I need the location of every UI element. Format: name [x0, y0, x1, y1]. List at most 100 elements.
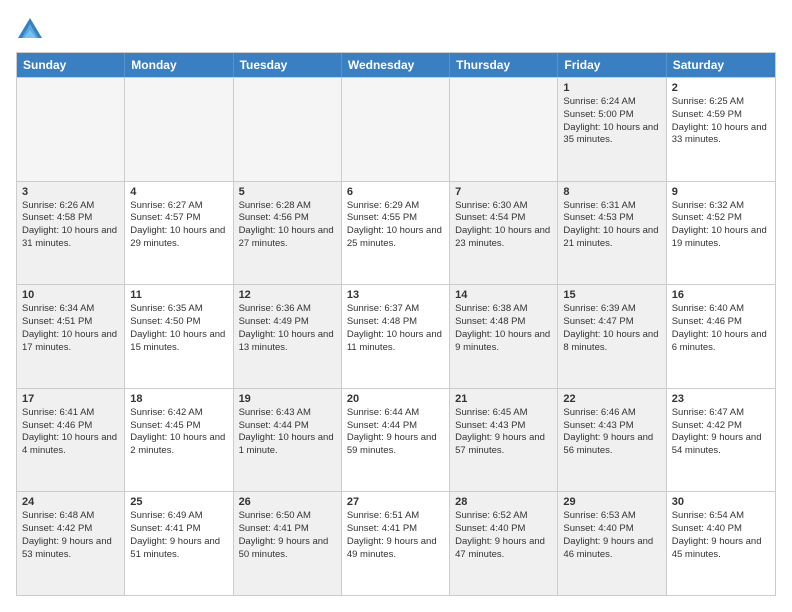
- day-number: 6: [347, 186, 444, 198]
- day-number: 18: [130, 393, 227, 405]
- day-info: Sunrise: 6:50 AM Sunset: 4:41 PM Dayligh…: [239, 510, 336, 561]
- day-cell-14: 14 Sunrise: 6:38 AM Sunset: 4:48 PM Dayli…: [450, 285, 558, 388]
- day-cell-8: 8 Sunrise: 6:31 AM Sunset: 4:53 PM Daylig…: [558, 182, 666, 285]
- day-cell-5: 5 Sunrise: 6:28 AM Sunset: 4:56 PM Daylig…: [234, 182, 342, 285]
- cal-row-4: 24 Sunrise: 6:48 AM Sunset: 4:42 PM Dayli…: [17, 491, 775, 595]
- day-cell-3: 3 Sunrise: 6:26 AM Sunset: 4:58 PM Daylig…: [17, 182, 125, 285]
- empty-cell: [450, 78, 558, 181]
- day-number: 22: [563, 393, 660, 405]
- day-info: Sunrise: 6:37 AM Sunset: 4:48 PM Dayligh…: [347, 303, 444, 354]
- header: [16, 16, 776, 44]
- day-info: Sunrise: 6:31 AM Sunset: 4:53 PM Dayligh…: [563, 200, 660, 251]
- day-info: Sunrise: 6:40 AM Sunset: 4:46 PM Dayligh…: [672, 303, 770, 354]
- day-info: Sunrise: 6:47 AM Sunset: 4:42 PM Dayligh…: [672, 407, 770, 458]
- day-of-week-wednesday: Wednesday: [342, 53, 450, 77]
- day-info: Sunrise: 6:38 AM Sunset: 4:48 PM Dayligh…: [455, 303, 552, 354]
- day-number: 24: [22, 496, 119, 508]
- day-number: 7: [455, 186, 552, 198]
- day-cell-17: 17 Sunrise: 6:41 AM Sunset: 4:46 PM Dayli…: [17, 389, 125, 492]
- day-cell-7: 7 Sunrise: 6:30 AM Sunset: 4:54 PM Daylig…: [450, 182, 558, 285]
- day-number: 11: [130, 289, 227, 301]
- day-info: Sunrise: 6:25 AM Sunset: 4:59 PM Dayligh…: [672, 96, 770, 147]
- day-info: Sunrise: 6:41 AM Sunset: 4:46 PM Dayligh…: [22, 407, 119, 458]
- day-cell-12: 12 Sunrise: 6:36 AM Sunset: 4:49 PM Dayli…: [234, 285, 342, 388]
- page: SundayMondayTuesdayWednesdayThursdayFrid…: [0, 0, 792, 612]
- day-number: 26: [239, 496, 336, 508]
- day-info: Sunrise: 6:52 AM Sunset: 4:40 PM Dayligh…: [455, 510, 552, 561]
- day-number: 27: [347, 496, 444, 508]
- day-cell-6: 6 Sunrise: 6:29 AM Sunset: 4:55 PM Daylig…: [342, 182, 450, 285]
- day-number: 30: [672, 496, 770, 508]
- day-cell-13: 13 Sunrise: 6:37 AM Sunset: 4:48 PM Dayli…: [342, 285, 450, 388]
- cal-row-0: 1 Sunrise: 6:24 AM Sunset: 5:00 PM Daylig…: [17, 77, 775, 181]
- day-info: Sunrise: 6:32 AM Sunset: 4:52 PM Dayligh…: [672, 200, 770, 251]
- day-cell-18: 18 Sunrise: 6:42 AM Sunset: 4:45 PM Dayli…: [125, 389, 233, 492]
- day-info: Sunrise: 6:48 AM Sunset: 4:42 PM Dayligh…: [22, 510, 119, 561]
- day-info: Sunrise: 6:45 AM Sunset: 4:43 PM Dayligh…: [455, 407, 552, 458]
- day-number: 13: [347, 289, 444, 301]
- day-info: Sunrise: 6:24 AM Sunset: 5:00 PM Dayligh…: [563, 96, 660, 147]
- day-info: Sunrise: 6:42 AM Sunset: 4:45 PM Dayligh…: [130, 407, 227, 458]
- day-cell-10: 10 Sunrise: 6:34 AM Sunset: 4:51 PM Dayli…: [17, 285, 125, 388]
- day-cell-26: 26 Sunrise: 6:50 AM Sunset: 4:41 PM Dayli…: [234, 492, 342, 595]
- calendar-header: SundayMondayTuesdayWednesdayThursdayFrid…: [17, 53, 775, 77]
- day-info: Sunrise: 6:36 AM Sunset: 4:49 PM Dayligh…: [239, 303, 336, 354]
- cal-row-2: 10 Sunrise: 6:34 AM Sunset: 4:51 PM Dayli…: [17, 284, 775, 388]
- day-number: 17: [22, 393, 119, 405]
- day-number: 5: [239, 186, 336, 198]
- day-number: 29: [563, 496, 660, 508]
- day-cell-9: 9 Sunrise: 6:32 AM Sunset: 4:52 PM Daylig…: [667, 182, 775, 285]
- day-number: 14: [455, 289, 552, 301]
- day-info: Sunrise: 6:29 AM Sunset: 4:55 PM Dayligh…: [347, 200, 444, 251]
- day-cell-15: 15 Sunrise: 6:39 AM Sunset: 4:47 PM Dayli…: [558, 285, 666, 388]
- day-cell-27: 27 Sunrise: 6:51 AM Sunset: 4:41 PM Dayli…: [342, 492, 450, 595]
- day-number: 3: [22, 186, 119, 198]
- day-number: 1: [563, 82, 660, 94]
- day-number: 15: [563, 289, 660, 301]
- day-of-week-saturday: Saturday: [667, 53, 775, 77]
- day-info: Sunrise: 6:53 AM Sunset: 4:40 PM Dayligh…: [563, 510, 660, 561]
- calendar: SundayMondayTuesdayWednesdayThursdayFrid…: [16, 52, 776, 596]
- day-number: 25: [130, 496, 227, 508]
- day-info: Sunrise: 6:54 AM Sunset: 4:40 PM Dayligh…: [672, 510, 770, 561]
- day-cell-22: 22Sunrise: 6:46 AM Sunset: 4:43 PM Dayli…: [558, 389, 666, 492]
- day-info: Sunrise: 6:34 AM Sunset: 4:51 PM Dayligh…: [22, 303, 119, 354]
- day-cell-1: 1 Sunrise: 6:24 AM Sunset: 5:00 PM Daylig…: [558, 78, 666, 181]
- day-cell-23: 23 Sunrise: 6:47 AM Sunset: 4:42 PM Dayli…: [667, 389, 775, 492]
- day-number: 2: [672, 82, 770, 94]
- empty-cell: [17, 78, 125, 181]
- day-cell-20: 20Sunrise: 6:44 AM Sunset: 4:44 PM Dayli…: [342, 389, 450, 492]
- day-number: 12: [239, 289, 336, 301]
- day-of-week-thursday: Thursday: [450, 53, 558, 77]
- day-info: Sunrise: 6:27 AM Sunset: 4:57 PM Dayligh…: [130, 200, 227, 251]
- calendar-body: 1 Sunrise: 6:24 AM Sunset: 5:00 PM Daylig…: [17, 77, 775, 595]
- day-cell-30: 30 Sunrise: 6:54 AM Sunset: 4:40 PM Dayli…: [667, 492, 775, 595]
- day-of-week-sunday: Sunday: [17, 53, 125, 77]
- day-number: 19: [239, 393, 336, 405]
- day-cell-19: 19 Sunrise: 6:43 AM Sunset: 4:44 PM Dayli…: [234, 389, 342, 492]
- day-cell-25: 25Sunrise: 6:49 AM Sunset: 4:41 PM Dayli…: [125, 492, 233, 595]
- day-of-week-friday: Friday: [558, 53, 666, 77]
- day-number: 23: [672, 393, 770, 405]
- day-info: Sunrise: 6:43 AM Sunset: 4:44 PM Dayligh…: [239, 407, 336, 458]
- day-cell-2: 2 Sunrise: 6:25 AM Sunset: 4:59 PM Daylig…: [667, 78, 775, 181]
- day-info: Sunrise: 6:28 AM Sunset: 4:56 PM Dayligh…: [239, 200, 336, 251]
- cal-row-3: 17 Sunrise: 6:41 AM Sunset: 4:46 PM Dayli…: [17, 388, 775, 492]
- logo: [16, 16, 48, 44]
- day-cell-29: 29 Sunrise: 6:53 AM Sunset: 4:40 PM Dayli…: [558, 492, 666, 595]
- day-info: Sunrise: 6:26 AM Sunset: 4:58 PM Dayligh…: [22, 200, 119, 251]
- logo-icon: [16, 16, 44, 44]
- day-info: Sunrise: 6:35 AM Sunset: 4:50 PM Dayligh…: [130, 303, 227, 354]
- day-info: Sunrise: 6:51 AM Sunset: 4:41 PM Dayligh…: [347, 510, 444, 561]
- day-number: 9: [672, 186, 770, 198]
- day-info: Sunrise: 6:39 AM Sunset: 4:47 PM Dayligh…: [563, 303, 660, 354]
- day-info: Sunrise: 6:30 AM Sunset: 4:54 PM Dayligh…: [455, 200, 552, 251]
- day-cell-16: 16Sunrise: 6:40 AM Sunset: 4:46 PM Dayli…: [667, 285, 775, 388]
- empty-cell: [125, 78, 233, 181]
- day-of-week-monday: Monday: [125, 53, 233, 77]
- day-cell-28: 28 Sunrise: 6:52 AM Sunset: 4:40 PM Dayli…: [450, 492, 558, 595]
- day-number: 28: [455, 496, 552, 508]
- empty-cell: [234, 78, 342, 181]
- day-number: 8: [563, 186, 660, 198]
- day-number: 10: [22, 289, 119, 301]
